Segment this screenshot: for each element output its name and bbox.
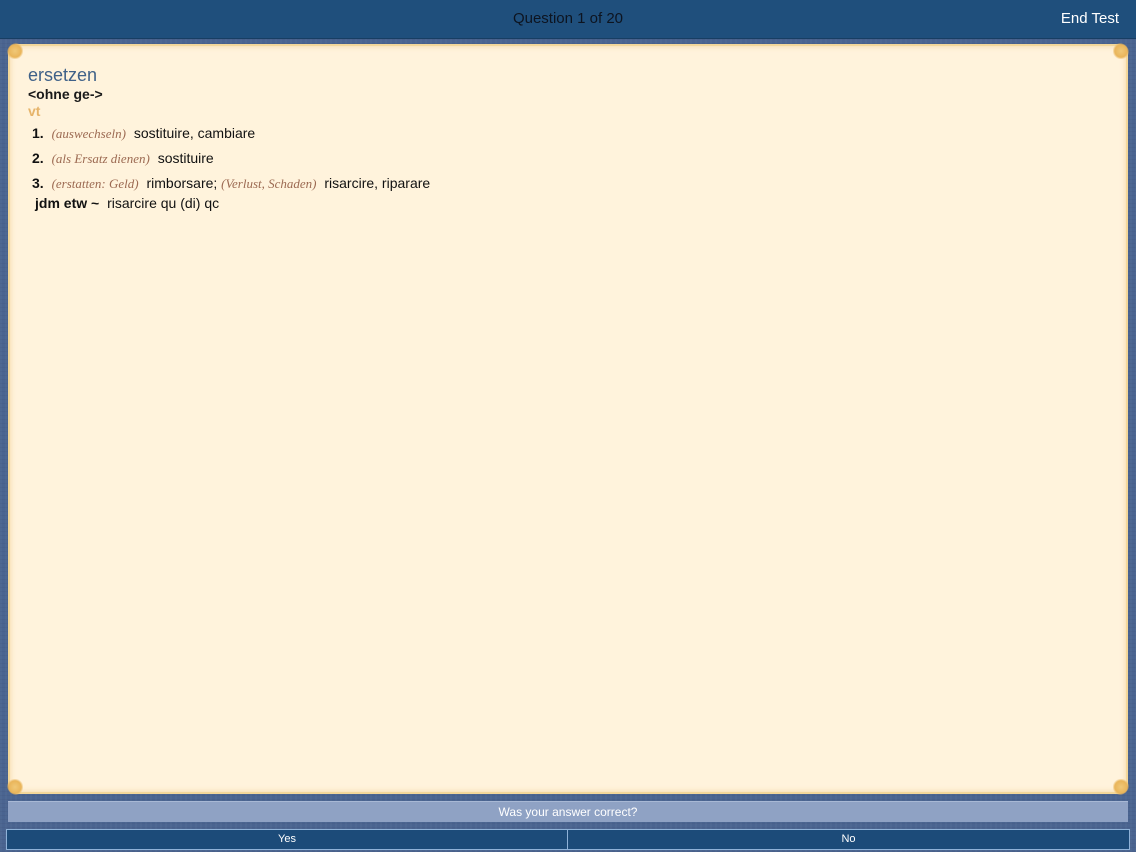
phrase-source: jdm etw ~ bbox=[35, 195, 100, 211]
yes-button[interactable]: Yes bbox=[6, 829, 568, 850]
top-navigation-bar: Question 1 of 20 End Test bbox=[0, 0, 1136, 39]
question-counter: Question 1 of 20 bbox=[512, 10, 624, 27]
flashcard-panel: ersetzen <ohne ge-> vt 1. (auswechseln) … bbox=[7, 43, 1129, 795]
grammar-note: <ohne ge-> bbox=[28, 86, 103, 102]
sense-context: (als Ersatz dienen) bbox=[51, 151, 150, 166]
dictionary-entry: ersetzen <ohne ge-> vt 1. (auswechseln) … bbox=[28, 64, 1108, 212]
sense-context: (Verlust, Schaden) bbox=[221, 176, 317, 191]
sense-item: 1. (auswechseln) sostituire, cambiare bbox=[28, 123, 1108, 144]
answer-prompt: Was your answer correct? bbox=[8, 801, 1128, 822]
sense-number: 1. bbox=[32, 125, 44, 141]
card-corner-ornament bbox=[7, 779, 23, 795]
sense-context: (erstatten: Geld) bbox=[51, 176, 139, 191]
sense-number: 2. bbox=[32, 150, 44, 166]
no-button[interactable]: No bbox=[567, 829, 1130, 850]
sense-item: 3. (erstatten: Geld) rimborsare; (Verlus… bbox=[28, 173, 1108, 194]
card-corner-ornament bbox=[1113, 779, 1129, 795]
phrase-translation: risarcire qu (di) qc bbox=[107, 195, 220, 211]
card-corner-ornament bbox=[7, 43, 23, 59]
sense-number: 3. bbox=[32, 175, 44, 191]
sense-translation: sostituire, cambiare bbox=[133, 125, 256, 141]
sense-item: 2. (als Ersatz dienen) sostituire bbox=[28, 148, 1108, 169]
sense-translation: risarcire, riparare bbox=[324, 175, 431, 191]
phrase-example: jdm etw ~ risarcire qu (di) qc bbox=[28, 194, 1108, 212]
headword: ersetzen bbox=[28, 65, 98, 85]
end-test-button[interactable]: End Test bbox=[1061, 0, 1119, 38]
sense-context: (auswechseln) bbox=[51, 126, 126, 141]
sense-translation: sostituire bbox=[157, 150, 214, 166]
card-corner-ornament bbox=[1113, 43, 1129, 59]
sense-translation: rimborsare; bbox=[146, 175, 218, 191]
part-of-speech: vt bbox=[28, 103, 41, 119]
